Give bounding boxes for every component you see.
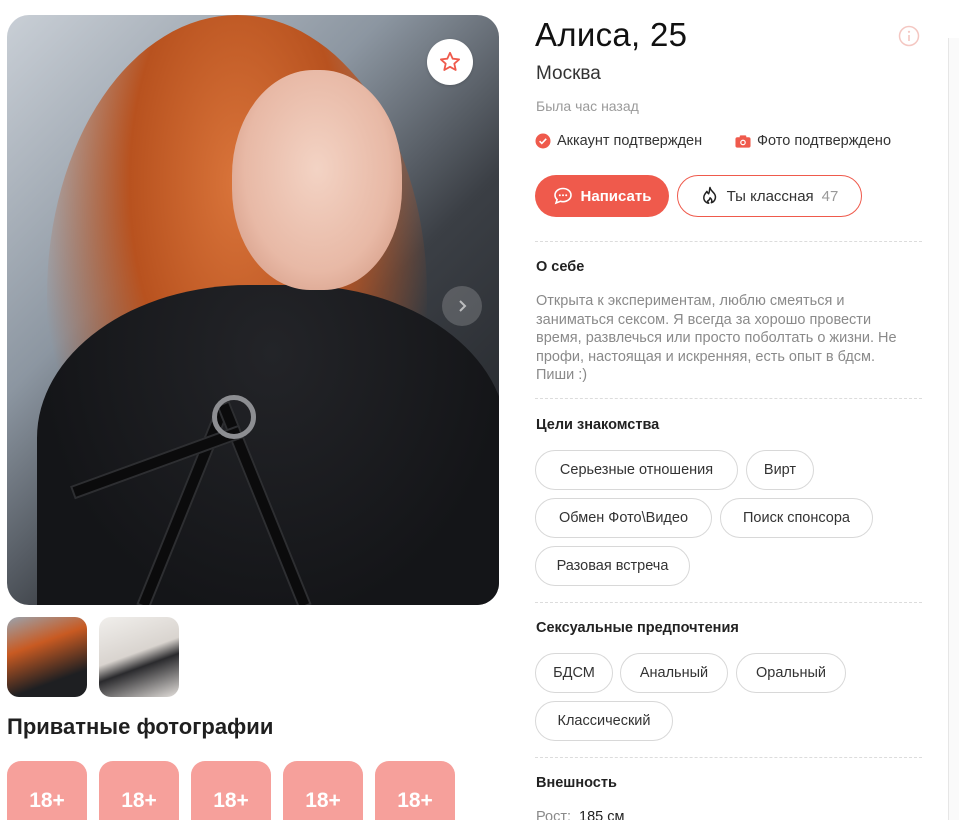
section-divider <box>535 241 922 242</box>
photo-ring <box>212 395 256 439</box>
check-circle-icon <box>535 133 551 149</box>
photo-thumbnail-1[interactable] <box>7 617 87 697</box>
section-divider <box>535 757 922 758</box>
flame-icon <box>702 186 716 204</box>
account-verified-label: Аккаунт подтвержден <box>557 133 703 149</box>
private-photos-title: Приватные фотографии <box>7 714 274 739</box>
account-verified-badge: Аккаунт подтвержден <box>535 133 702 149</box>
goal-tag: Поиск спонсора <box>720 498 873 538</box>
private-photo-tile[interactable]: 18+ <box>99 761 179 820</box>
info-button[interactable] <box>898 25 920 47</box>
compliment-count: 47 <box>821 187 839 205</box>
goals-title: Цели знакомства <box>536 417 660 433</box>
profile-city: Москва <box>536 63 601 84</box>
preference-tag: Анальный <box>620 653 728 693</box>
goal-tag: Вирт <box>746 450 814 490</box>
camera-icon <box>735 133 751 149</box>
write-message-label: Написать <box>580 187 652 205</box>
private-photo-tile[interactable]: 18+ <box>375 761 455 820</box>
chat-bubble-icon <box>553 187 572 205</box>
profile-name-age: Алиса, 25 <box>535 16 688 53</box>
goal-tag: Серьезные отношения <box>535 450 738 490</box>
favorite-button[interactable] <box>427 39 473 85</box>
photo-verified-badge: Фото подтверждено <box>735 133 891 149</box>
photo-body-shape <box>37 285 499 605</box>
profile-main-photo[interactable] <box>7 15 499 605</box>
next-photo-button[interactable] <box>442 286 482 326</box>
photo-face-shape <box>232 70 402 290</box>
appearance-title: Внешность <box>536 775 617 791</box>
section-divider <box>535 602 922 603</box>
about-title: О себе <box>536 259 585 275</box>
goal-tag: Разовая встреча <box>535 546 690 586</box>
write-message-button[interactable]: Написать <box>535 175 669 217</box>
photo-thumbnail-2[interactable] <box>99 617 179 697</box>
preference-tag: Оральный <box>736 653 846 693</box>
star-icon <box>440 51 460 71</box>
private-photo-tile[interactable]: 18+ <box>283 761 363 820</box>
last-seen: Была час назад <box>536 98 639 114</box>
section-divider <box>535 398 922 399</box>
private-photo-tile[interactable]: 18+ <box>7 761 87 820</box>
about-text: Открыта к экспериментам, люблю смеяться … <box>536 293 897 383</box>
compliment-button[interactable]: Ты классная 47 <box>677 175 862 217</box>
preference-tag: БДСМ <box>535 653 613 693</box>
private-photo-tile[interactable]: 18+ <box>191 761 271 820</box>
photo-verified-label: Фото подтверждено <box>757 133 892 149</box>
goal-tag: Обмен Фото\Видео <box>535 498 712 538</box>
info-icon <box>898 25 920 47</box>
height-param: Рост: 185 см <box>536 809 624 820</box>
compliment-label: Ты классная <box>726 187 814 205</box>
preference-tag: Классический <box>535 701 673 741</box>
chevron-right-icon <box>459 300 467 312</box>
height-value: 185 см <box>579 809 625 820</box>
preferences-title: Сексуальные предпочтения <box>536 620 739 636</box>
height-label: Рост: <box>536 809 572 820</box>
page-scrollbar[interactable] <box>948 38 959 820</box>
